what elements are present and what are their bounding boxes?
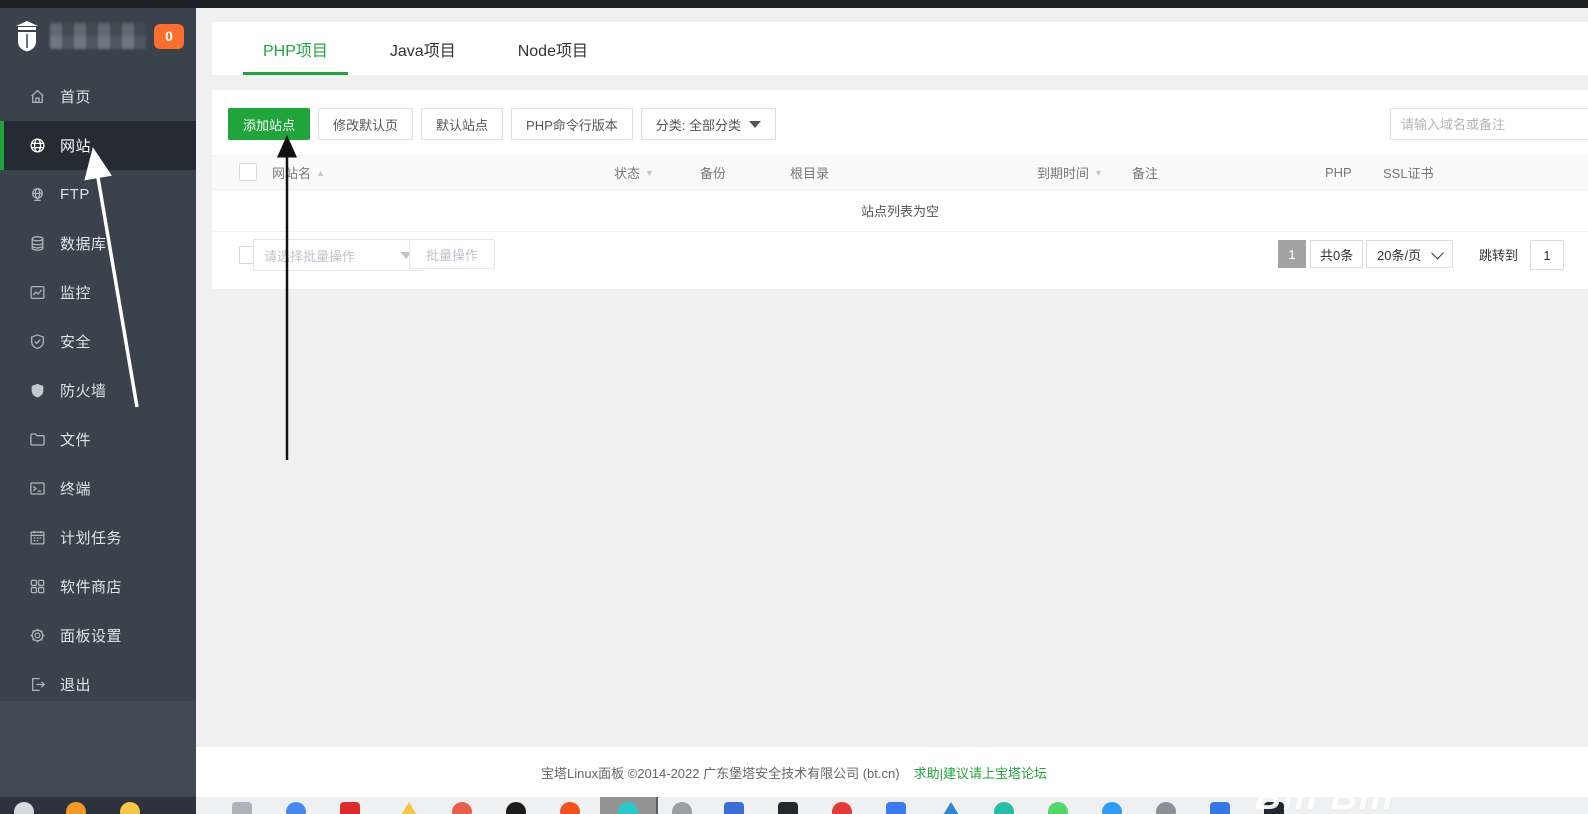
taskbar-app-icon[interactable] <box>1048 802 1068 814</box>
page-number-button[interactable]: 1 <box>1278 240 1306 268</box>
sidebar-item-home[interactable]: 首页 <box>0 72 196 121</box>
shield-solid-icon <box>28 382 46 400</box>
page-size-select[interactable]: 20条/页 <box>1366 240 1454 268</box>
copyright-text: 宝塔Linux面板 ©2014-2022 广东堡塔安全技术有限公司 (bt.cn… <box>541 765 900 781</box>
sidebar-item-files[interactable]: 文件 <box>0 415 196 464</box>
taskbar-app-icon[interactable] <box>832 802 852 814</box>
taskbar-app-icon[interactable] <box>672 802 692 814</box>
sidebar-item-monitor[interactable]: 监控 <box>0 268 196 317</box>
sidebar-header: 0 <box>0 8 196 64</box>
table-header: 网站名 ▲ 状态 ▼ 备份 根目录 到期时间 ▼ 备注 PHP SSL证书 <box>212 155 1588 190</box>
folder-icon <box>28 431 46 449</box>
grid-icon <box>28 578 46 596</box>
server-name-redacted <box>50 23 146 49</box>
add-site-button[interactable]: 添加站点 <box>228 108 311 140</box>
column-header[interactable]: 状态 ▼ <box>614 156 654 189</box>
taskbar-app-icon[interactable] <box>886 802 906 814</box>
select-all-checkbox[interactable] <box>239 163 257 181</box>
sort-arrow-icon: ▼ <box>1094 167 1103 178</box>
taskbar-app-icon[interactable] <box>398 802 420 814</box>
column-header[interactable]: PHP <box>1325 156 1357 189</box>
column-header[interactable]: 根目录 <box>790 156 834 189</box>
shield-check-icon <box>28 333 46 351</box>
taskbar-app-icon[interactable] <box>1210 802 1230 814</box>
taskbar-app-icon[interactable] <box>506 802 526 814</box>
taskbar-app-icon[interactable] <box>778 802 798 814</box>
sidebar-item-terminal[interactable]: 终端 <box>0 464 196 513</box>
sidebar-item-database[interactable]: 数据库 <box>0 219 196 268</box>
pagination: 1 共0条 20条/页 跳转到 <box>212 240 1588 270</box>
column-header[interactable]: 到期时间 ▼ <box>1037 156 1103 189</box>
browser-top-strip <box>0 0 1588 8</box>
video-watermark: Bili Bili <box>1255 776 1396 814</box>
taskbar-app-icon[interactable] <box>340 802 360 814</box>
site-list-card: 添加站点 修改默认页 默认站点 PHP命令行版本 分类: 全部分类 网站名 ▲ … <box>212 90 1588 289</box>
sidebar-item-firewall[interactable]: 防火墙 <box>0 366 196 415</box>
sidebar-item-ftp[interactable]: FTP <box>0 170 196 219</box>
taskbar-app-icon[interactable] <box>1102 802 1122 814</box>
category-filter-dropdown[interactable]: 分类: 全部分类 <box>640 108 777 140</box>
default-site-button[interactable]: 默认站点 <box>421 108 504 140</box>
message-count-badge[interactable]: 0 <box>154 23 184 49</box>
calendar-icon <box>28 529 46 547</box>
column-header[interactable]: 备份 <box>700 156 731 189</box>
sidebar-item-security[interactable]: 安全 <box>0 317 196 366</box>
forum-link[interactable]: 求助|建议请上宝塔论坛 <box>914 763 1047 782</box>
chevron-down-icon <box>1431 246 1444 259</box>
modify-default-page-button[interactable]: 修改默认页 <box>318 108 414 140</box>
taskbar-app-icon[interactable] <box>724 802 744 814</box>
monitor-icon <box>28 284 46 302</box>
sidebar-item-settings[interactable]: 面板设置 <box>0 611 196 660</box>
sidebar: 0 首页 网站 FTP 数据库 监控 安全 防火墙 文件 终端 计划任务 软件商… <box>0 8 196 797</box>
tab-node[interactable]: Node项目 <box>512 22 594 75</box>
sidebar-item-appstore[interactable]: 软件商店 <box>0 562 196 611</box>
globe-icon <box>28 137 46 155</box>
taskbar-app-icon[interactable] <box>452 802 472 814</box>
site-toolbar: 添加站点 修改默认页 默认站点 PHP命令行版本 分类: 全部分类 <box>228 108 784 140</box>
home-icon <box>28 88 46 106</box>
taskbar-app-icon[interactable] <box>560 802 580 814</box>
sort-arrow-icon: ▼ <box>645 167 654 178</box>
baota-panel-root: 0 首页 网站 FTP 数据库 监控 安全 防火墙 文件 终端 计划任务 软件商… <box>0 0 1588 814</box>
sidebar-menu: 首页 网站 FTP 数据库 监控 安全 防火墙 文件 终端 计划任务 软件商店 … <box>0 72 196 709</box>
ftp-icon <box>28 186 46 204</box>
baota-logo-icon <box>16 21 38 52</box>
column-header[interactable]: 备注 <box>1132 156 1163 189</box>
total-count-label: 共0条 <box>1310 240 1364 268</box>
taskbar-app-icon[interactable] <box>286 802 306 814</box>
gear-icon <box>28 627 46 645</box>
sidebar-item-site[interactable]: 网站 <box>0 121 196 170</box>
column-header[interactable]: 网站名 ▲ <box>272 156 325 189</box>
jump-to-input[interactable] <box>1530 240 1564 270</box>
terminal-icon <box>28 480 46 498</box>
sort-arrow-icon: ▲ <box>316 167 325 178</box>
empty-state-text: 站点列表为空 <box>860 203 939 219</box>
project-tabs-card: PHP项目 Java项目 Node项目 <box>212 22 1588 75</box>
sidebar-item-cron[interactable]: 计划任务 <box>0 513 196 562</box>
taskbar-app-icon[interactable] <box>940 802 962 814</box>
tab-php[interactable]: PHP项目 <box>243 22 348 75</box>
database-icon <box>28 235 46 253</box>
empty-state-row: 站点列表为空 <box>212 189 1588 232</box>
taskbar-app-icon[interactable] <box>1156 802 1176 814</box>
tab-java[interactable]: Java项目 <box>384 22 462 75</box>
taskbar-app-icon[interactable] <box>994 802 1014 814</box>
sidebar-bottom-filler <box>0 701 196 797</box>
php-cli-version-button[interactable]: PHP命令行版本 <box>511 108 633 140</box>
taskbar-app-icon[interactable] <box>232 802 252 814</box>
search-input[interactable] <box>1390 108 1588 140</box>
logout-icon <box>28 676 46 694</box>
column-header[interactable]: SSL证书 <box>1383 156 1439 189</box>
chevron-down-icon <box>749 120 762 128</box>
jump-to-label: 跳转到 <box>1479 248 1519 263</box>
